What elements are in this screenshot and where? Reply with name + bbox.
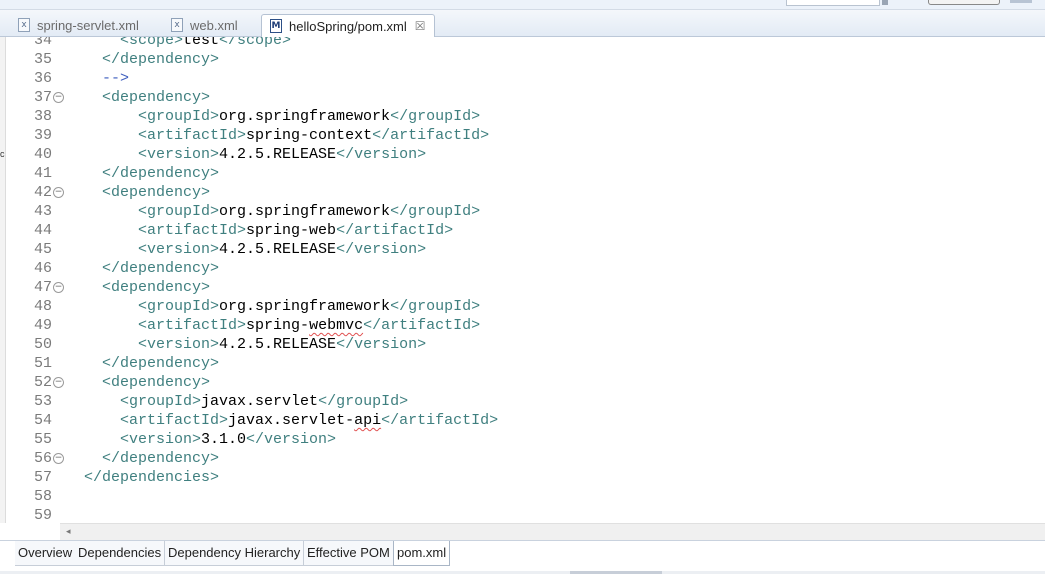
search-field-fragment[interactable]: [786, 0, 880, 6]
tab-dependencies[interactable]: Dependencies: [75, 541, 166, 566]
code-text[interactable]: <version>4.2.5.RELEASE</version>: [66, 335, 426, 354]
fold-toggle-icon[interactable]: −: [53, 453, 64, 464]
line-number: 54: [33, 412, 52, 429]
code-text[interactable]: <version>3.1.0</version>: [66, 430, 336, 449]
line-number: 49: [33, 317, 52, 334]
code-text[interactable]: <dependency>: [66, 373, 210, 392]
line-number: 47: [33, 279, 52, 296]
code-text[interactable]: <artifactId>spring-web</artifactId>: [66, 221, 453, 240]
line-number: 55: [33, 431, 52, 448]
line-number: 46: [33, 260, 52, 277]
line-number: 40: [33, 146, 52, 163]
line-number: 43: [33, 203, 52, 220]
tab-pom-xml[interactable]: pom.xml: [393, 541, 451, 566]
code-text[interactable]: <dependency>: [66, 88, 210, 107]
line-number: 42: [33, 184, 52, 201]
fold-toggle-icon[interactable]: −: [53, 377, 64, 388]
perspective-button-fragment[interactable]: [928, 0, 1000, 5]
line-number: 58: [33, 488, 52, 505]
scroll-left-arrow-icon[interactable]: ◂: [66, 527, 71, 537]
close-icon[interactable]: ☒: [415, 19, 426, 33]
tab-spring-servlet-xml[interactable]: x spring-servlet.xml: [18, 14, 139, 36]
code-text[interactable]: <dependency>: [66, 183, 210, 202]
code-text[interactable]: <groupId>org.springframework</groupId>: [66, 297, 480, 316]
tab-effective-pom[interactable]: Effective POM: [304, 541, 394, 566]
code-text[interactable]: </dependencies>: [66, 468, 219, 487]
toolbar-fragment: [1010, 0, 1032, 3]
code-text[interactable]: <artifactId>spring-webmvc</artifactId>: [66, 316, 480, 335]
code-text[interactable]: </dependency>: [66, 259, 219, 278]
code-text[interactable]: </dependency>: [66, 164, 219, 183]
line-number: 36: [33, 70, 52, 87]
line-number: 39: [33, 127, 52, 144]
maven-pom-icon: M: [270, 19, 282, 33]
line-number: 37: [33, 89, 52, 106]
code-text[interactable]: </dependency>: [66, 50, 219, 69]
line-number: 53: [33, 393, 52, 410]
code-text[interactable]: <version>4.2.5.RELEASE</version>: [66, 240, 426, 259]
code-text[interactable]: <groupId>org.springframework</groupId>: [66, 202, 480, 221]
line-number: 41: [33, 165, 52, 182]
xml-file-icon: x: [18, 18, 30, 32]
fold-toggle-icon[interactable]: −: [53, 282, 64, 293]
line-number: 44: [33, 222, 52, 239]
tab-label: helloSpring/pom.xml: [289, 18, 407, 34]
code-text[interactable]: </dependency>: [66, 449, 219, 468]
line-number: 34: [33, 37, 52, 49]
tab-label: web.xml: [190, 17, 238, 33]
tab-overview[interactable]: Overview: [15, 541, 77, 566]
horizontal-scrollbar[interactable]: ◂: [60, 523, 1045, 540]
left-ruler: [0, 37, 6, 523]
window-top-strip: [0, 0, 1045, 10]
ruler-marker: c: [0, 149, 5, 159]
tab-label: spring-servlet.xml: [37, 17, 139, 33]
line-number: 35: [33, 51, 52, 68]
line-number: 45: [33, 241, 52, 258]
code-text[interactable]: </dependency>: [66, 354, 219, 373]
code-text[interactable]: <dependency>: [66, 278, 210, 297]
tab-dependency-hierarchy[interactable]: Dependency Hierarchy: [165, 541, 305, 566]
line-number: 57: [33, 469, 52, 486]
code-text[interactable]: <artifactId>spring-context</artifactId>: [66, 126, 489, 145]
code-text[interactable]: <groupId>javax.servlet</groupId>: [66, 392, 408, 411]
code-text[interactable]: <version>4.2.5.RELEASE</version>: [66, 145, 426, 164]
code-text[interactable]: -->: [66, 69, 129, 88]
line-number: 52: [33, 374, 52, 391]
line-number: 38: [33, 108, 52, 125]
xml-file-icon: x: [171, 18, 183, 32]
line-number: 51: [33, 355, 52, 372]
code-text[interactable]: <scope>test</scope>: [66, 37, 291, 50]
code-editor[interactable]: c 34 <scope>test</scope> 35 </dependency>…: [0, 37, 1045, 523]
code-text[interactable]: <groupId>org.springframework</groupId>: [66, 107, 480, 126]
code-text[interactable]: <artifactId>javax.servlet-api</artifactI…: [66, 411, 498, 430]
line-number: 56: [33, 450, 52, 467]
line-number: 48: [33, 298, 52, 315]
toolbar-fragment: [882, 0, 888, 5]
tab-hellospring-pom-xml[interactable]: M helloSpring/pom.xml ☒: [261, 14, 435, 37]
pom-editor-page-tabs: Overview Dependencies Dependency Hierarc…: [0, 540, 1045, 574]
fold-toggle-icon[interactable]: −: [53, 92, 64, 103]
tab-web-xml[interactable]: x web.xml: [171, 14, 238, 36]
line-number: 59: [33, 507, 52, 523]
editor-tab-bar: x spring-servlet.xml x web.xml M helloSp…: [0, 10, 1045, 37]
line-number: 50: [33, 336, 52, 353]
fold-toggle-icon[interactable]: −: [53, 187, 64, 198]
